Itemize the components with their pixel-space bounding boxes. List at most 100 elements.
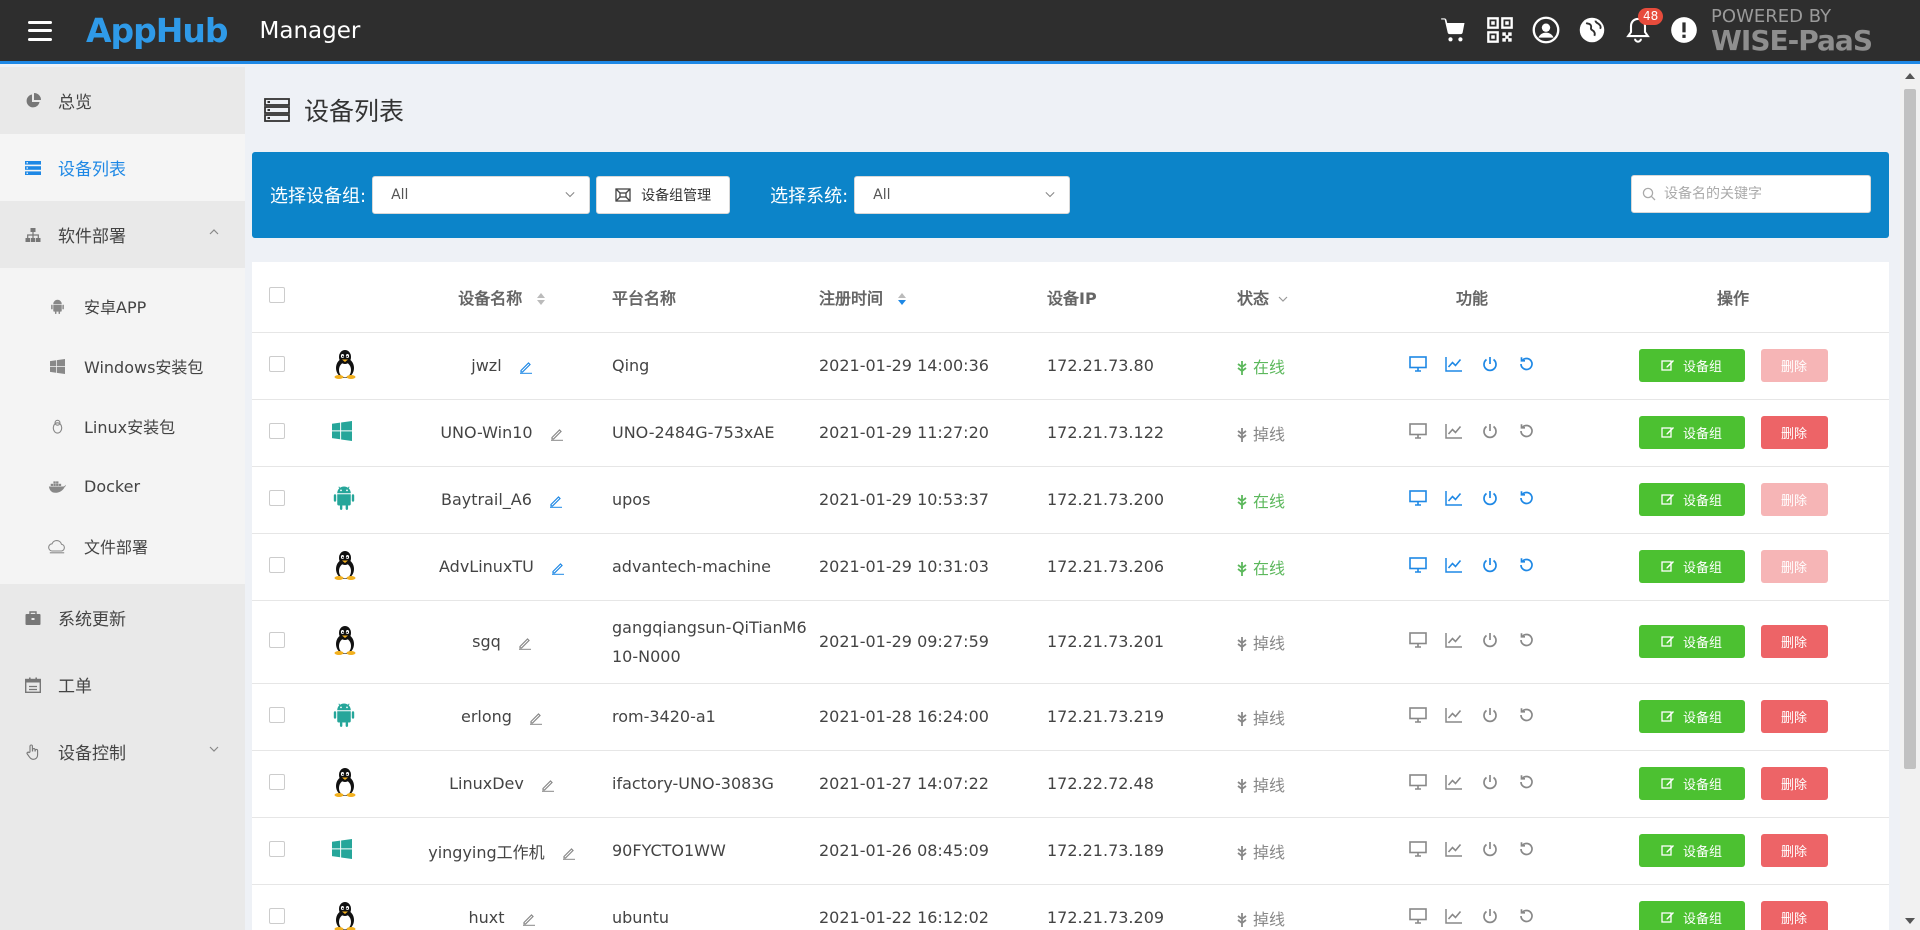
row-checkbox[interactable] (269, 773, 285, 790)
power-icon[interactable] (1481, 707, 1499, 723)
sidebar-subitem-android-app[interactable]: 安卓APP (0, 276, 245, 336)
device-group-button[interactable]: 设备组 (1638, 415, 1745, 449)
sidebar-subitem-file-deploy[interactable]: 文件部署 (0, 516, 245, 576)
edit-icon[interactable] (562, 846, 576, 860)
sidebar-item-system-update[interactable]: 系统更新 (0, 584, 245, 651)
remote-desktop-icon[interactable] (1409, 840, 1427, 857)
delete-button[interactable]: 删除 (1760, 349, 1828, 383)
device-group-button[interactable]: 设备组 (1638, 833, 1745, 867)
chevron-down-icon[interactable] (1278, 294, 1288, 304)
edit-icon[interactable] (541, 778, 555, 792)
edit-icon[interactable] (550, 427, 564, 441)
restart-icon[interactable] (1517, 707, 1535, 723)
edit-icon[interactable] (549, 494, 563, 508)
delete-button[interactable]: 删除 (1760, 700, 1828, 734)
row-checkbox[interactable] (269, 907, 285, 924)
scroll-up-icon[interactable] (1905, 73, 1915, 79)
header-device-name[interactable]: 设备名称 (392, 262, 612, 333)
power-icon[interactable] (1481, 774, 1499, 790)
sidebar-subitem-linux-package[interactable]: Linux安装包 (0, 396, 245, 456)
row-checkbox[interactable] (269, 706, 285, 723)
chart-icon[interactable] (1445, 557, 1463, 573)
remote-desktop-icon[interactable] (1409, 907, 1427, 924)
chart-icon[interactable] (1445, 707, 1463, 723)
restart-icon[interactable] (1517, 774, 1535, 790)
scroll-down-icon[interactable] (1905, 918, 1915, 924)
chart-icon[interactable] (1445, 423, 1463, 439)
chart-icon[interactable] (1445, 356, 1463, 372)
chevron-down-icon[interactable] (209, 744, 219, 754)
device-group-select[interactable]: All (372, 176, 591, 214)
delete-button[interactable]: 删除 (1760, 416, 1828, 450)
delete-button[interactable]: 删除 (1760, 834, 1828, 868)
delete-button[interactable]: 删除 (1760, 767, 1828, 801)
device-group-button[interactable]: 设备组 (1638, 348, 1745, 382)
globe-icon[interactable] (1576, 14, 1608, 46)
remote-desktop-icon[interactable] (1409, 355, 1427, 372)
power-icon[interactable] (1481, 490, 1499, 506)
cart-icon[interactable] (1438, 14, 1470, 46)
restart-icon[interactable] (1517, 423, 1535, 439)
row-checkbox[interactable] (269, 489, 285, 506)
system-select[interactable]: All (854, 176, 1071, 214)
device-group-manage-button[interactable]: 设备组管理 (596, 176, 731, 214)
row-checkbox[interactable] (269, 631, 285, 648)
chart-icon[interactable] (1445, 632, 1463, 648)
menu-toggle-icon[interactable] (28, 20, 52, 41)
edit-icon[interactable] (519, 360, 533, 374)
device-group-button[interactable]: 设备组 (1638, 900, 1745, 930)
sidebar-item-software-deploy[interactable]: 软件部署 (0, 201, 245, 268)
restart-icon[interactable] (1517, 356, 1535, 372)
select-all-checkbox[interactable] (269, 286, 285, 303)
scrollbar-thumb[interactable] (1904, 89, 1916, 769)
header-register-time[interactable]: 注册时间 (819, 262, 1047, 333)
restart-icon[interactable] (1517, 632, 1535, 648)
power-icon[interactable] (1481, 908, 1499, 924)
page-scrollbar[interactable] (1900, 67, 1920, 930)
device-search-input[interactable] (1664, 186, 1854, 202)
sidebar-subitem-windows-package[interactable]: Windows安装包 (0, 336, 245, 396)
sidebar-subitem-docker[interactable]: Docker (0, 456, 245, 516)
chart-icon[interactable] (1445, 774, 1463, 790)
header-status[interactable]: 状态 (1237, 262, 1367, 333)
device-group-button[interactable]: 设备组 (1638, 549, 1745, 583)
power-icon[interactable] (1481, 423, 1499, 439)
chevron-up-icon[interactable] (209, 227, 219, 237)
device-group-button[interactable]: 设备组 (1638, 699, 1745, 733)
restart-icon[interactable] (1517, 841, 1535, 857)
remote-desktop-icon[interactable] (1409, 706, 1427, 723)
chart-icon[interactable] (1445, 490, 1463, 506)
remote-desktop-icon[interactable] (1409, 422, 1427, 439)
row-checkbox[interactable] (269, 840, 285, 857)
edit-icon[interactable] (522, 912, 536, 926)
power-icon[interactable] (1481, 841, 1499, 857)
edit-icon[interactable] (518, 636, 532, 650)
edit-icon[interactable] (551, 561, 565, 575)
device-group-button[interactable]: 设备组 (1638, 624, 1745, 658)
restart-icon[interactable] (1517, 490, 1535, 506)
sidebar-item-overview[interactable]: 总览 (0, 67, 245, 134)
device-group-button[interactable]: 设备组 (1638, 766, 1745, 800)
sidebar-item-work-order[interactable]: 工单 (0, 651, 245, 718)
chart-icon[interactable] (1445, 841, 1463, 857)
remote-desktop-icon[interactable] (1409, 631, 1427, 648)
remote-desktop-icon[interactable] (1409, 773, 1427, 790)
sidebar-item-device-control[interactable]: 设备控制 (0, 718, 245, 785)
remote-desktop-icon[interactable] (1409, 489, 1427, 506)
sidebar-item-device-list[interactable]: 设备列表 (0, 134, 245, 201)
edit-icon[interactable] (529, 711, 543, 725)
delete-button[interactable]: 删除 (1760, 625, 1828, 659)
power-icon[interactable] (1481, 557, 1499, 573)
alert-icon[interactable] (1668, 14, 1700, 46)
sort-icon[interactable] (536, 292, 546, 306)
delete-button[interactable]: 删除 (1760, 550, 1828, 584)
restart-icon[interactable] (1517, 557, 1535, 573)
user-icon[interactable] (1530, 14, 1562, 46)
power-icon[interactable] (1481, 632, 1499, 648)
row-checkbox[interactable] (269, 556, 285, 573)
remote-desktop-icon[interactable] (1409, 556, 1427, 573)
qrcode-icon[interactable] (1484, 14, 1516, 46)
chart-icon[interactable] (1445, 908, 1463, 924)
device-group-button[interactable]: 设备组 (1638, 482, 1745, 516)
app-logo[interactable]: AppHub (86, 11, 229, 50)
